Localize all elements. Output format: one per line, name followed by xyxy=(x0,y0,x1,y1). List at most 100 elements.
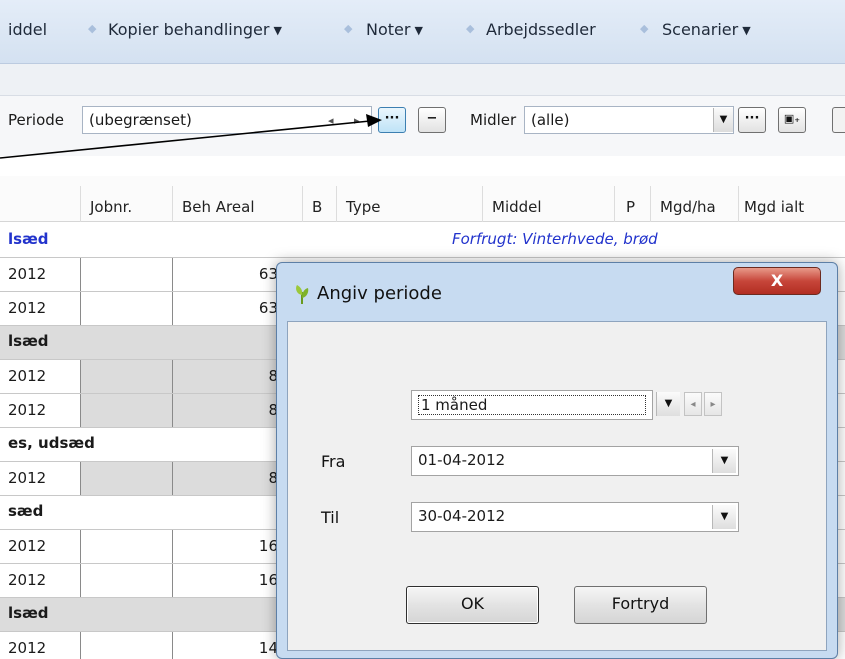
menu-item-scenarier[interactable]: Scenarier ▼ xyxy=(662,20,751,39)
menu-item-kopier-behandlinger[interactable]: Kopier behandlinger ▼ xyxy=(108,20,282,39)
area-value: 16 xyxy=(258,571,278,589)
add-midler-button[interactable]: ▣₊ xyxy=(778,107,806,133)
fra-date-value: 01-04-2012 xyxy=(418,451,506,469)
jobnr-cell[interactable] xyxy=(80,360,172,393)
overflow-button[interactable] xyxy=(832,107,845,133)
chevron-down-icon[interactable]: ▼ xyxy=(712,505,736,529)
period-dialog: Angiv periode X 1 måned ▼ ◂ ▸ Fra 01-04-… xyxy=(276,262,838,659)
close-icon: X xyxy=(770,271,784,290)
date-cell: 2012 xyxy=(8,639,47,657)
date-cell: 2012 xyxy=(8,537,47,555)
chevron-down-icon[interactable]: ▼ xyxy=(656,392,680,416)
date-cell: 2012 xyxy=(8,265,47,283)
area-value: 63 xyxy=(258,265,278,283)
menu-item-label: Noter xyxy=(366,20,411,39)
jobnr-cell[interactable] xyxy=(80,258,172,291)
column-header-beh-areal[interactable]: Beh Areal xyxy=(182,198,254,216)
menu-separator-icon: ◆ xyxy=(466,22,475,35)
group-row[interactable]: lsæd Forfrugt: Vinterhvede, brød xyxy=(0,224,845,258)
midler-field[interactable]: (alle) ▼ xyxy=(524,106,734,134)
date-cell: 2012 xyxy=(8,401,47,419)
date-cell: 2012 xyxy=(8,469,47,487)
menu-item-noter[interactable]: Noter ▼ xyxy=(366,20,423,39)
column-divider xyxy=(650,186,651,222)
column-divider xyxy=(302,186,303,222)
column-header-mgd-ialt[interactable]: Mgd ialt xyxy=(744,198,804,216)
group-label: sæd xyxy=(8,502,44,520)
jobnr-cell[interactable] xyxy=(80,292,172,325)
area-value: 8 xyxy=(268,367,278,385)
column-divider xyxy=(738,186,739,222)
period-previous-icon[interactable]: ◂ xyxy=(684,392,702,416)
next-period-icon[interactable]: ▸ xyxy=(354,114,360,127)
chevron-down-icon: ▼ xyxy=(414,24,423,37)
forfrugt-note: Forfrugt: Vinterhvede, brød xyxy=(452,230,658,248)
jobnr-cell[interactable] xyxy=(80,462,172,495)
date-cell: 2012 xyxy=(8,571,47,589)
til-date-value: 30-04-2012 xyxy=(418,507,506,525)
area-value: 16 xyxy=(258,537,278,555)
menu-item-label: Scenarier xyxy=(662,20,739,39)
midler-label: Midler xyxy=(470,111,517,129)
menu-separator-icon: ◆ xyxy=(88,22,97,35)
menu-item-label: iddel xyxy=(8,20,48,39)
menu-bar: iddel ◆ Kopier behandlinger ▼ ◆ Noter ▼ ◆ … xyxy=(0,0,845,64)
leaf-icon xyxy=(296,285,309,304)
choose-period-button[interactable]: ··· xyxy=(378,107,406,133)
jobnr-cell[interactable] xyxy=(80,394,172,427)
fra-label: Fra xyxy=(321,452,346,471)
jobnr-cell[interactable] xyxy=(80,632,172,659)
dialog-body: 1 måned ▼ ◂ ▸ Fra 01-04-2012 ▼ Til 30-04… xyxy=(287,321,827,651)
column-header-jobnr[interactable]: Jobnr. xyxy=(90,198,132,216)
date-cell: 2012 xyxy=(8,299,47,317)
cancel-button[interactable]: Fortryd xyxy=(574,586,707,624)
chevron-down-icon[interactable]: ▼ xyxy=(712,449,736,473)
column-header-mgd-ha[interactable]: Mgd/ha xyxy=(660,198,716,216)
menu-separator-icon: ◆ xyxy=(344,22,353,35)
period-length-value: 1 måned xyxy=(418,395,646,415)
midler-value: (alle) xyxy=(531,111,570,129)
area-value: 63 xyxy=(258,299,278,317)
area-value: 8 xyxy=(268,469,278,487)
group-label: es, udsæd xyxy=(8,434,95,452)
column-header-p[interactable]: P xyxy=(626,198,635,216)
column-divider xyxy=(80,186,81,222)
chevron-down-icon: ▼ xyxy=(742,24,751,37)
date-cell: 2012 xyxy=(8,367,47,385)
toolbar-strip xyxy=(0,64,845,96)
clear-period-button[interactable]: − xyxy=(418,107,446,133)
previous-period-icon[interactable]: ◂ xyxy=(328,114,334,127)
period-length-select[interactable]: 1 måned xyxy=(411,390,653,420)
column-divider xyxy=(482,186,483,222)
menu-item-arbejdssedler[interactable]: Arbejdssedler xyxy=(486,20,596,39)
column-divider xyxy=(336,186,337,222)
area-value: 8 xyxy=(268,401,278,419)
group-label: lsæd xyxy=(8,230,49,248)
fra-date-field[interactable]: 01-04-2012 ▼ xyxy=(411,446,739,476)
group-label: lsæd xyxy=(8,604,49,622)
menu-item-label: Kopier behandlinger xyxy=(108,20,270,39)
jobnr-cell[interactable] xyxy=(80,530,172,563)
ok-button[interactable]: OK xyxy=(406,586,539,624)
periode-label: Periode xyxy=(8,111,65,129)
choose-midler-button[interactable]: ··· xyxy=(738,107,766,133)
til-date-field[interactable]: 30-04-2012 ▼ xyxy=(411,502,739,532)
column-divider xyxy=(614,186,615,222)
column-header-b[interactable]: B xyxy=(312,198,322,216)
til-label: Til xyxy=(321,508,340,527)
menu-separator-icon: ◆ xyxy=(640,22,649,35)
column-header-type[interactable]: Type xyxy=(346,198,380,216)
jobnr-cell[interactable] xyxy=(80,564,172,597)
close-button[interactable]: X xyxy=(733,267,821,295)
chevron-down-icon[interactable]: ▼ xyxy=(713,108,733,132)
menu-item-label: Arbejdssedler xyxy=(486,20,596,39)
period-next-icon[interactable]: ▸ xyxy=(704,392,722,416)
group-label: lsæd xyxy=(8,332,49,350)
column-divider xyxy=(172,186,173,222)
grid-header: Jobnr. Beh Areal B Type Middel P Mgd/ha … xyxy=(0,176,845,222)
periode-value: (ubegrænset) xyxy=(89,111,192,129)
chevron-down-icon: ▼ xyxy=(273,24,282,37)
column-header-middel[interactable]: Middel xyxy=(492,198,542,216)
menu-item-middel[interactable]: iddel xyxy=(8,20,47,39)
area-value: 14 xyxy=(258,639,278,657)
